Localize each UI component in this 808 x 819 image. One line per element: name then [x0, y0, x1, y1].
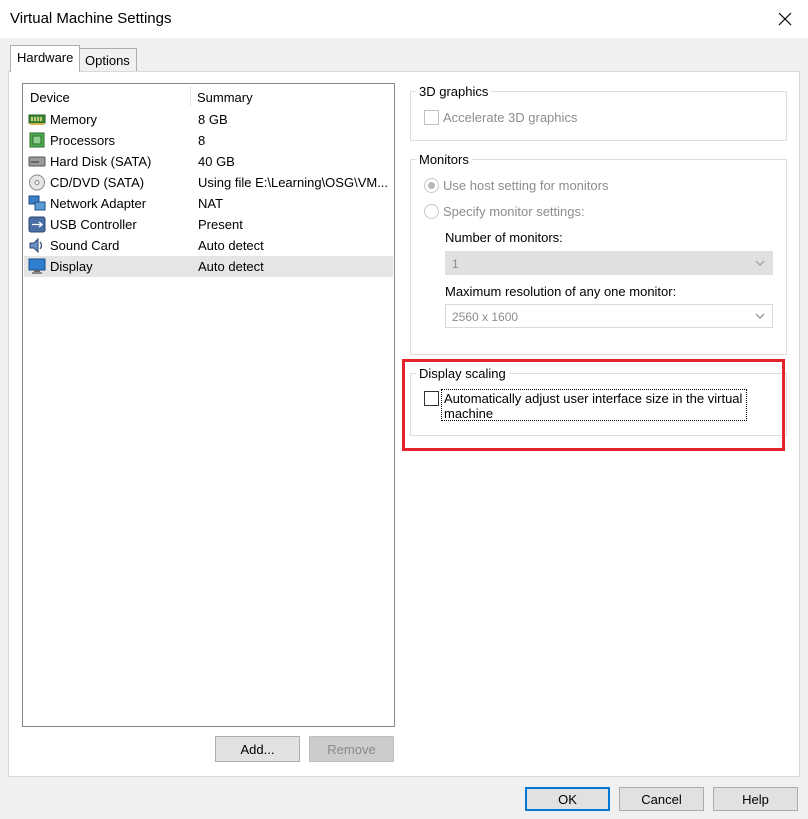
add-device-button[interactable]: Add...: [215, 736, 300, 762]
cancel-button[interactable]: Cancel: [619, 787, 704, 811]
display-scaling-group-label: Display scaling: [416, 366, 509, 381]
auto-adjust-ui-label-line1: Automatically adjust user interface size…: [444, 391, 743, 406]
device-name: Hard Disk (SATA): [50, 154, 152, 169]
device-name: Sound Card: [50, 238, 120, 253]
usb-controller-icon: [28, 216, 46, 233]
device-row-cd-dvd[interactable]: CD/DVD (SATA) Using file E:\Learning\OSG…: [24, 172, 393, 193]
remove-device-button-label: Remove: [327, 741, 376, 757]
use-host-setting-radio[interactable]: [424, 178, 439, 193]
tab-hardware-label: Hardware: [17, 50, 74, 65]
device-name: USB Controller: [50, 217, 137, 232]
device-row-usb-controller[interactable]: USB Controller Present: [24, 214, 393, 235]
tab-options-label: Options: [85, 53, 130, 68]
ok-button[interactable]: OK: [525, 787, 610, 811]
device-row-hard-disk[interactable]: Hard Disk (SATA) 40 GB: [24, 151, 393, 172]
memory-icon: [28, 114, 46, 125]
window-title: Virtual Machine Settings: [10, 10, 172, 27]
accelerate-3d-label: Accelerate 3D graphics: [443, 110, 578, 125]
number-of-monitors-value: 1: [452, 257, 459, 271]
number-of-monitors-select[interactable]: 1: [445, 251, 773, 275]
close-icon: [778, 12, 792, 26]
device-summary: Auto detect: [198, 238, 264, 253]
device-row-memory[interactable]: Memory 8 GB: [24, 109, 393, 130]
accelerate-3d-checkbox[interactable]: [424, 110, 439, 125]
device-row-sound-card[interactable]: Sound Card Auto detect: [24, 235, 393, 256]
device-name: Network Adapter: [50, 196, 147, 211]
device-name: Display: [50, 259, 93, 274]
specify-monitor-settings-label: Specify monitor settings:: [443, 204, 585, 219]
cancel-button-label: Cancel: [641, 791, 682, 807]
device-name: Memory: [50, 112, 97, 127]
add-device-button-label: Add...: [240, 741, 275, 757]
help-button-label: Help: [742, 791, 769, 807]
device-row-processors[interactable]: Processors 8: [24, 130, 393, 151]
device-summary: 40 GB: [198, 154, 235, 169]
number-of-monitors-label: Number of monitors:: [445, 230, 563, 245]
chevron-down-icon: [755, 260, 765, 266]
device-name: CD/DVD (SATA): [50, 175, 145, 190]
close-button[interactable]: [762, 0, 808, 38]
cd-dvd-icon: [29, 174, 45, 191]
column-separator[interactable]: [190, 86, 191, 106]
device-list[interactable]: Device Summary Memory 8 GB Processors 8 …: [22, 83, 395, 727]
device-summary: 8 GB: [198, 112, 228, 127]
auto-adjust-ui-label-line2: machine: [444, 406, 494, 421]
help-button[interactable]: Help: [713, 787, 798, 811]
specify-monitor-settings-radio[interactable]: [424, 204, 439, 219]
max-resolution-label: Maximum resolution of any one monitor:: [445, 284, 677, 299]
device-summary: NAT: [198, 196, 224, 211]
network-adapter-icon: [28, 195, 46, 211]
device-name: Processors: [50, 133, 116, 148]
device-row-display[interactable]: Display Auto detect: [24, 256, 393, 277]
device-summary: Auto detect: [198, 259, 264, 274]
title-bar: Virtual Machine Settings: [0, 0, 808, 38]
processor-icon: [29, 132, 45, 148]
max-resolution-value: 2560 x 1600: [452, 310, 519, 324]
sound-card-icon: [29, 237, 43, 254]
max-resolution-select[interactable]: 2560 x 1600: [445, 304, 773, 328]
device-summary: 8: [198, 133, 206, 148]
column-header-summary[interactable]: Summary: [197, 90, 253, 105]
remove-device-button[interactable]: Remove: [309, 736, 394, 762]
tab-hardware[interactable]: Hardware: [10, 45, 81, 72]
device-summary: Present: [198, 217, 243, 232]
chevron-down-icon: [755, 313, 765, 319]
device-row-network-adapter[interactable]: Network Adapter NAT: [24, 193, 393, 214]
auto-adjust-ui-label[interactable]: Automatically adjust user interface size…: [441, 389, 747, 421]
use-host-setting-label: Use host setting for monitors: [443, 178, 609, 193]
auto-adjust-ui-checkbox[interactable]: [424, 391, 439, 406]
monitors-group-label: Monitors: [416, 152, 472, 167]
list-header: Device Summary: [23, 84, 394, 108]
tab-options[interactable]: Options: [78, 48, 137, 72]
3d-graphics-group-label: 3D graphics: [416, 84, 492, 99]
column-header-device[interactable]: Device: [30, 90, 70, 105]
ok-button-label: OK: [558, 791, 577, 807]
display-icon: [28, 258, 46, 274]
hard-disk-icon: [28, 156, 46, 167]
device-summary: Using file E:\Learning\OSG\VM...: [198, 175, 389, 190]
